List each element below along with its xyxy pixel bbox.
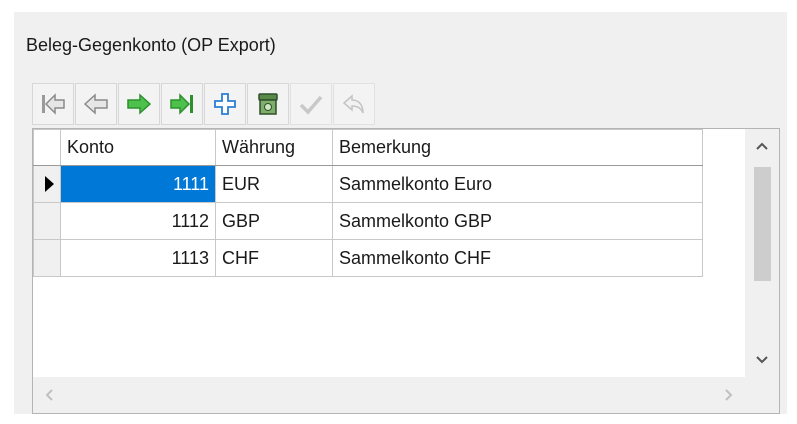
cell-waehrung[interactable]: CHF xyxy=(215,239,333,277)
cell-bemerkung[interactable]: Sammelkonto CHF xyxy=(332,239,703,277)
add-record-button[interactable] xyxy=(204,83,246,125)
column-header-konto[interactable]: Konto xyxy=(60,129,216,166)
next-record-button[interactable] xyxy=(118,83,160,125)
last-record-icon xyxy=(170,93,193,115)
scrollbar-corner xyxy=(745,377,779,413)
post-record-button[interactable] xyxy=(290,83,332,125)
last-record-button[interactable] xyxy=(161,83,203,125)
vertical-scroll-thumb[interactable] xyxy=(754,167,771,281)
current-row-indicator-icon xyxy=(45,176,54,192)
cell-waehrung[interactable]: GBP xyxy=(215,202,333,240)
scroll-right-button[interactable] xyxy=(715,377,743,413)
delete-record-button[interactable] xyxy=(247,83,289,125)
column-header-bemerkung[interactable]: Bemerkung xyxy=(332,129,703,166)
cancel-record-button[interactable] xyxy=(333,83,375,125)
navigator-toolbar xyxy=(32,82,375,126)
corner-cell xyxy=(33,129,61,166)
cell-konto[interactable]: 1112 xyxy=(60,202,216,240)
scroll-up-button[interactable] xyxy=(745,133,779,159)
row-header[interactable] xyxy=(33,165,61,203)
add-record-icon xyxy=(214,93,236,115)
chevron-left-icon xyxy=(45,389,53,401)
group-title: Beleg-Gegenkonto (OP Export) xyxy=(26,35,276,55)
column-header-waehrung[interactable]: Währung xyxy=(215,129,333,166)
previous-record-icon xyxy=(83,93,108,115)
table-row[interactable]: 1112 GBP Sammelkonto GBP xyxy=(33,202,703,240)
check-icon xyxy=(299,95,323,115)
vertical-scrollbar[interactable] xyxy=(745,129,779,377)
cell-bemerkung[interactable]: Sammelkonto Euro xyxy=(332,165,703,203)
cell-konto[interactable]: 1111 xyxy=(60,165,216,203)
first-record-icon xyxy=(42,93,65,115)
group-box: Beleg-Gegenkonto (OP Export) Konto Währu… xyxy=(14,12,787,414)
undo-icon xyxy=(342,94,364,114)
table-row[interactable]: 1111 EUR Sammelkonto Euro xyxy=(33,165,703,203)
row-header[interactable] xyxy=(33,202,61,240)
cell-bemerkung[interactable]: Sammelkonto GBP xyxy=(332,202,703,240)
first-record-button[interactable] xyxy=(32,83,74,125)
chevron-down-icon xyxy=(756,356,768,364)
scroll-down-button[interactable] xyxy=(745,347,779,373)
grid-table: Konto Währung Bemerkung 1111 EUR Sammelk… xyxy=(33,129,703,277)
horizontal-scrollbar[interactable] xyxy=(33,377,747,413)
row-header[interactable] xyxy=(33,239,61,277)
table-row[interactable]: 1113 CHF Sammelkonto CHF xyxy=(33,239,703,277)
cell-konto[interactable]: 1113 xyxy=(60,239,216,277)
header-row: Konto Währung Bemerkung xyxy=(33,129,703,166)
cell-waehrung[interactable]: EUR xyxy=(215,165,333,203)
chevron-right-icon xyxy=(725,389,733,401)
delete-record-icon xyxy=(258,93,278,115)
scroll-left-button[interactable] xyxy=(35,377,63,413)
data-grid[interactable]: Konto Währung Bemerkung 1111 EUR Sammelk… xyxy=(32,128,780,414)
previous-record-button[interactable] xyxy=(75,83,117,125)
next-record-icon xyxy=(127,93,152,115)
chevron-up-icon xyxy=(756,142,768,150)
